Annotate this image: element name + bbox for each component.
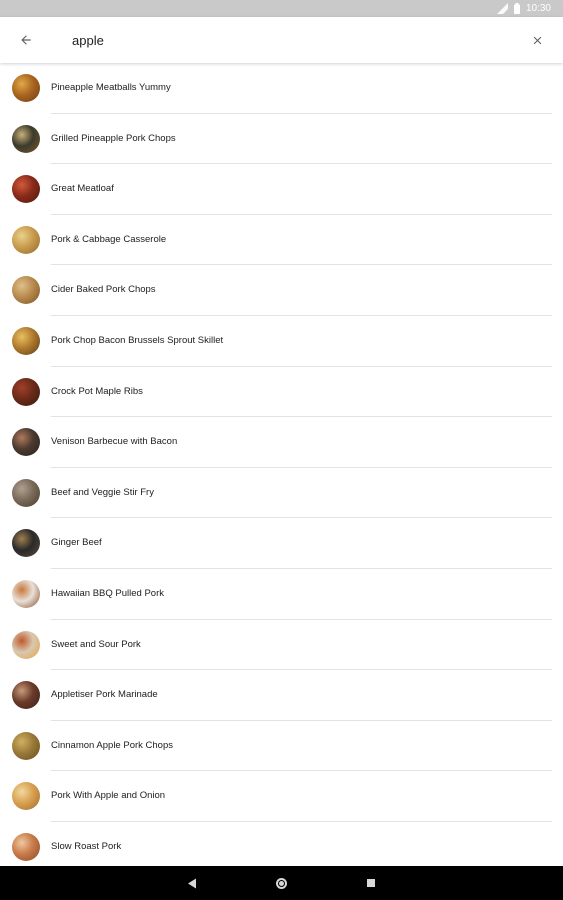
result-title: Cinnamon Apple Pork Chops <box>51 739 173 751</box>
status-time: 10:30 <box>525 3 551 14</box>
square-recents-icon <box>367 879 375 887</box>
result-title: Cider Baked Pork Chops <box>51 284 156 296</box>
result-item[interactable]: Grilled Pineapple Pork Chops <box>0 114 563 165</box>
result-title: Pork & Cabbage Casserole <box>51 233 167 245</box>
recipe-thumbnail <box>12 428 40 457</box>
nav-home-button[interactable] <box>272 874 290 892</box>
nav-back-button[interactable] <box>183 874 201 892</box>
result-title: Sweet and Sour Pork <box>51 638 141 650</box>
search-bar <box>0 17 563 63</box>
recipe-thumbnail <box>12 225 40 254</box>
recipe-thumbnail <box>12 529 40 558</box>
result-item[interactable]: Crock Pot Maple Ribs <box>0 367 563 418</box>
result-item[interactable]: Cider Baked Pork Chops <box>0 265 563 316</box>
result-item[interactable]: Pineapple Meatballs Yummy <box>0 63 563 114</box>
recipe-thumbnail <box>12 175 40 204</box>
result-title: Hawaiian BBQ Pulled Pork <box>51 587 164 599</box>
result-item[interactable]: Pork & Cabbage Casserole <box>0 215 563 266</box>
result-title: Grilled Pineapple Pork Chops <box>51 132 176 144</box>
result-item[interactable]: Slow Roast Pork <box>0 822 563 866</box>
result-title: Slow Roast Pork <box>51 840 122 852</box>
result-item[interactable]: Venison Barbecue with Bacon <box>0 417 563 468</box>
result-item[interactable]: Sweet and Sour Pork <box>0 620 563 671</box>
recipe-thumbnail <box>12 326 40 355</box>
recipe-thumbnail <box>12 124 40 153</box>
search-results-list: Pineapple Meatballs Yummy Grilled Pineapp… <box>0 63 563 866</box>
clear-search-button[interactable] <box>525 28 549 52</box>
nav-recents-button[interactable] <box>362 874 380 892</box>
result-item[interactable]: Great Meatloaf <box>0 164 563 215</box>
result-title: Ginger Beef <box>51 537 102 549</box>
result-title: Venison Barbecue with Bacon <box>51 436 178 448</box>
result-item[interactable]: Pork Chop Bacon Brussels Sprout Skillet <box>0 316 563 367</box>
search-input[interactable] <box>72 29 492 51</box>
result-title: Crock Pot Maple Ribs <box>51 385 143 397</box>
battery-icon <box>513 3 520 14</box>
recipe-thumbnail <box>12 579 40 608</box>
result-item[interactable]: Pork With Apple and Onion <box>0 771 563 822</box>
back-button[interactable] <box>14 28 38 52</box>
recipe-thumbnail <box>12 731 40 760</box>
result-item[interactable]: Ginger Beef <box>0 518 563 569</box>
status-bar: 10:30 <box>0 0 563 17</box>
navigation-bar <box>0 866 563 900</box>
result-title: Beef and Veggie Stir Fry <box>51 486 154 498</box>
circle-home-icon <box>275 877 287 889</box>
recipe-thumbnail <box>12 74 40 102</box>
arrow-back-icon <box>21 35 31 45</box>
recipe-thumbnail <box>12 832 40 861</box>
result-item[interactable]: Cinnamon Apple Pork Chops <box>0 721 563 772</box>
recipe-thumbnail <box>12 681 40 710</box>
wifi-icon <box>496 3 508 14</box>
triangle-back-icon <box>188 878 196 888</box>
recipe-thumbnail <box>12 377 40 406</box>
recipe-thumbnail <box>12 782 40 811</box>
recipe-thumbnail <box>12 276 40 305</box>
result-item[interactable]: Beef and Veggie Stir Fry <box>0 468 563 519</box>
result-title: Pork With Apple and Onion <box>51 790 166 802</box>
result-item[interactable]: Hawaiian BBQ Pulled Pork <box>0 569 563 620</box>
recipe-thumbnail <box>12 478 40 507</box>
result-title: Pineapple Meatballs Yummy <box>51 82 171 93</box>
recipe-thumbnail <box>12 630 40 659</box>
result-title: Great Meatloaf <box>51 183 114 195</box>
result-item[interactable]: Appletiser Pork Marinade <box>0 670 563 721</box>
status-icons: 10:30 <box>496 2 551 15</box>
result-title: Pork Chop Bacon Brussels Sprout Skillet <box>51 334 224 346</box>
result-title: Appletiser Pork Marinade <box>51 689 158 701</box>
close-icon <box>533 36 541 44</box>
